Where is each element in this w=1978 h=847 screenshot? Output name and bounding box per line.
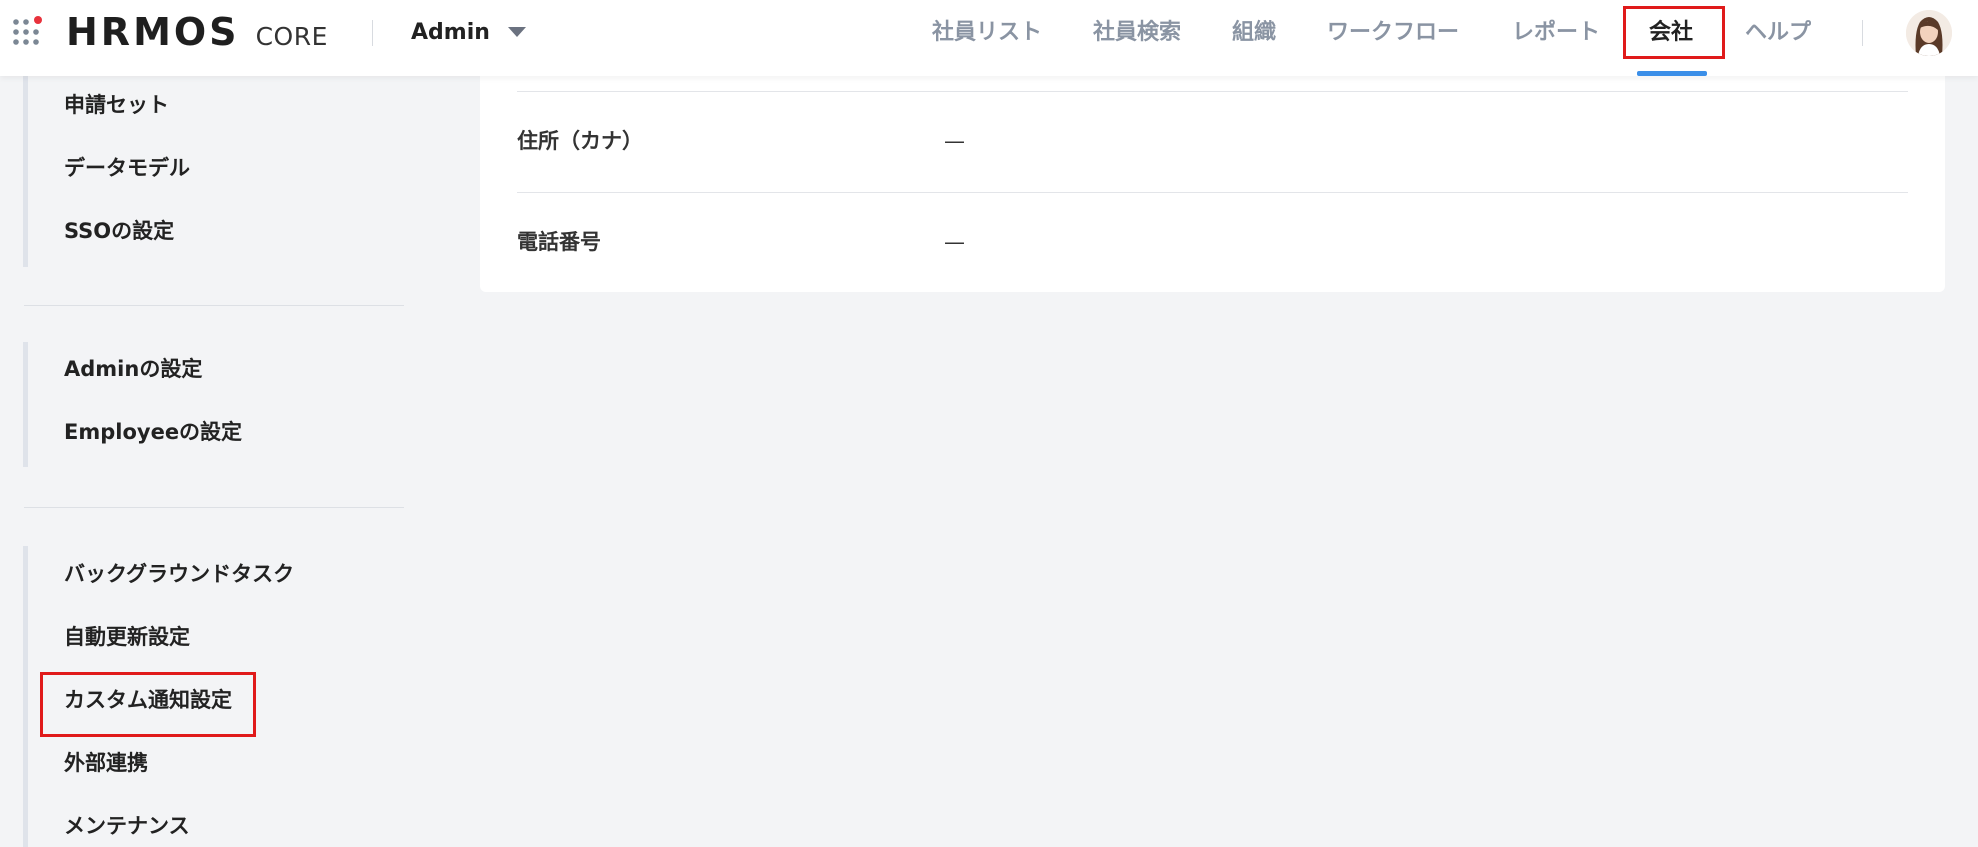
nav-report[interactable]: レポート xyxy=(1512,16,1600,50)
field-value-phone-number: — xyxy=(944,230,965,254)
nav-help[interactable]: ヘルプ xyxy=(1745,16,1811,50)
header-divider-right xyxy=(1862,20,1863,46)
active-nav-indicator xyxy=(1637,71,1707,76)
sidebar-item-external-integration[interactable]: 外部連携 xyxy=(64,748,148,778)
sidebar-item-application-set[interactable]: 申請セット xyxy=(64,90,169,120)
sidebar-item-auto-update-settings[interactable]: 自動更新設定 xyxy=(64,622,190,652)
logo-sub-text: CORE xyxy=(255,22,328,51)
nav-employee-search[interactable]: 社員検索 xyxy=(1093,16,1181,50)
sidebar-item-data-model[interactable]: データモデル xyxy=(64,153,190,183)
sidebar-group-2: Adminの設定 Employeeの設定 xyxy=(23,342,242,467)
top-header: HRMOS CORE Admin 社員リスト 社員検索 組織 ワークフロー レポ… xyxy=(0,0,1978,76)
app-switcher-label: Admin xyxy=(411,19,490,45)
sidebar-item-employee-settings[interactable]: Employeeの設定 xyxy=(64,417,242,447)
sidebar: 申請セット データモデル SSOの設定 Adminの設定 Employeeの設定… xyxy=(0,76,410,847)
sidebar-divider xyxy=(24,305,404,306)
apps-grid-icon[interactable] xyxy=(12,16,46,50)
sidebar-group-1: 申請セット データモデル SSOの設定 xyxy=(23,76,190,267)
sidebar-item-maintenance[interactable]: メンテナンス xyxy=(64,811,190,841)
sidebar-item-admin-settings[interactable]: Adminの設定 xyxy=(64,354,202,384)
sidebar-divider xyxy=(24,507,404,508)
nav-organization[interactable]: 組織 xyxy=(1232,16,1276,50)
app-switcher-dropdown[interactable]: Admin xyxy=(411,14,526,50)
nav-employee-list[interactable]: 社員リスト xyxy=(932,16,1042,50)
row-divider xyxy=(517,91,1908,92)
sidebar-group-3: バックグラウンドタスク 自動更新設定 カスタム通知設定 外部連携 メンテナンス xyxy=(23,546,294,847)
nav-company[interactable]: 会社 xyxy=(1649,16,1693,50)
company-info-card: 住所（カナ） — 電話番号 — xyxy=(480,62,1945,292)
field-label-phone-number: 電話番号 xyxy=(517,230,601,254)
sidebar-item-sso-settings[interactable]: SSOの設定 xyxy=(64,216,174,246)
field-value-address-kana: — xyxy=(944,129,965,153)
caret-down-icon xyxy=(507,27,526,37)
sidebar-item-custom-notification-settings[interactable]: カスタム通知設定 xyxy=(64,685,232,715)
logo-main-text: HRMOS xyxy=(66,10,240,54)
nav-workflow[interactable]: ワークフロー xyxy=(1327,16,1459,50)
header-divider xyxy=(372,20,373,46)
hrmos-logo[interactable]: HRMOS CORE xyxy=(66,10,328,54)
avatar-image xyxy=(1906,10,1952,56)
field-label-address-kana: 住所（カナ） xyxy=(517,129,643,153)
user-avatar[interactable] xyxy=(1906,10,1952,56)
sidebar-item-background-tasks[interactable]: バックグラウンドタスク xyxy=(64,559,294,589)
row-divider xyxy=(517,192,1908,193)
